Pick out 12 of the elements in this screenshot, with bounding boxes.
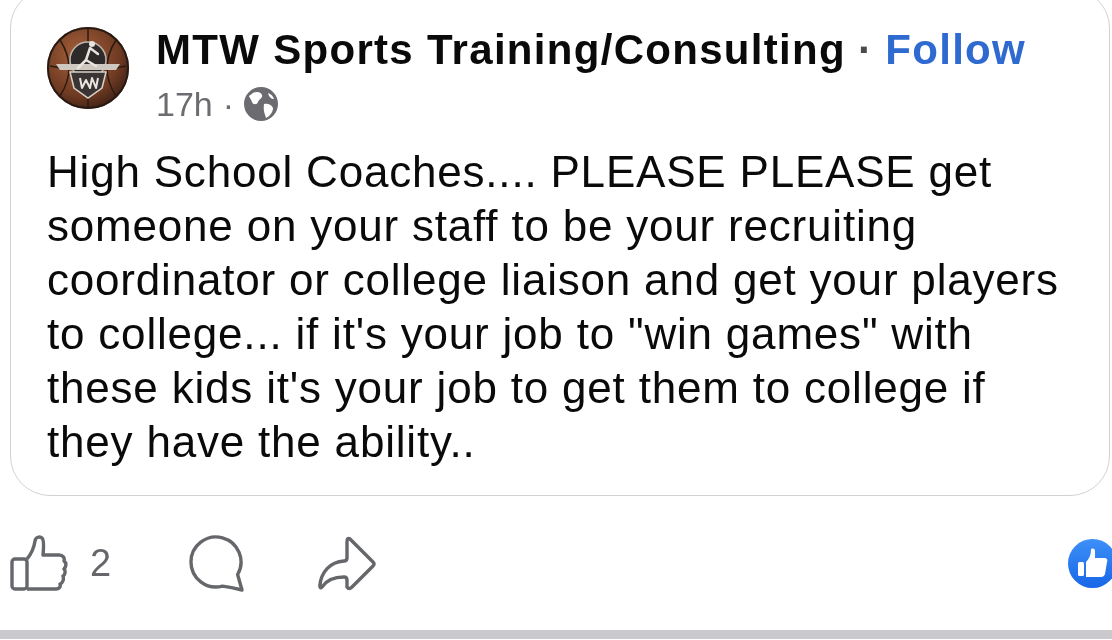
author-name[interactable]: MTW Sports Training/Consulting: [156, 26, 846, 74]
separator-dot: ·: [222, 84, 235, 124]
basketball-logo-icon: [46, 26, 130, 110]
separator-dot: ·: [857, 26, 874, 74]
share-button[interactable]: [318, 535, 377, 591]
thumbs-up-icon: [10, 535, 68, 591]
globe-icon: [244, 87, 279, 121]
share-arrow-icon: [318, 535, 377, 591]
post-text: High School Coaches.... PLEASE PLEASE get someone on your staff to be your recruiting coordinator or college liaison and get your players to college... if it's your job to "win games" with these kids it's your job to get them to college if they have the ability..: [47, 146, 1060, 468]
like-button[interactable]: 2: [10, 535, 112, 591]
follow-link[interactable]: Follow: [885, 26, 1027, 74]
post-time: 17h: [156, 84, 213, 124]
